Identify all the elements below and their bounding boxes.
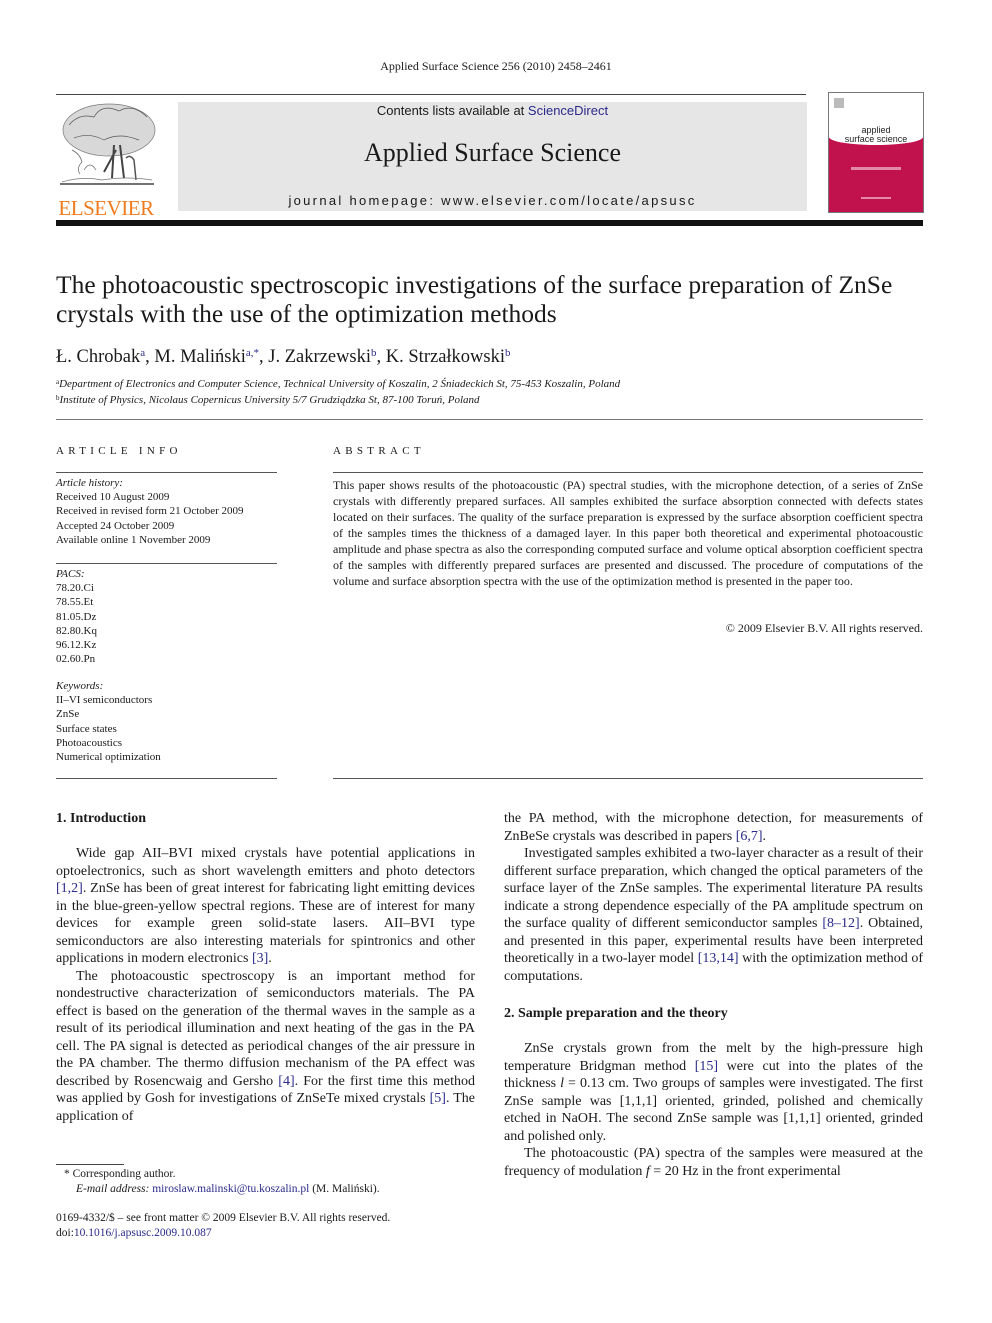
pacs-item: 82.80.Kq [56,624,97,637]
divider [56,563,277,564]
contents-line: Contents lists available at ScienceDirec… [178,102,807,119]
history-item: Received in revised form 21 October 2009 [56,505,244,518]
doi-line: doi:10.1016/j.apsusc.2009.10.087 [56,1227,212,1239]
keywords-list: Keywords: II–VI semiconductors ZnSe Surf… [56,679,161,764]
pacs-item: 78.20.Ci [56,582,94,595]
doi-link[interactable]: 10.1016/j.apsusc.2009.10.087 [74,1227,212,1239]
journal-homepage-link[interactable]: journal homepage: www.elsevier.com/locat… [178,193,807,209]
divider [333,472,923,473]
article-title: The photoacoustic spectroscopic investig… [56,270,893,328]
sciencedirect-link[interactable]: ScienceDirect [528,103,608,118]
affiliation-mark[interactable]: b [371,347,377,359]
keyword-item: Photoacoustics [56,736,122,749]
keyword-item: ZnSe [56,708,80,721]
section-heading-introduction: 1. Introduction [56,811,146,826]
keyword-item: Numerical optimization [56,751,161,764]
abstract-text: This paper shows results of the photoaco… [333,478,923,588]
article-info-heading: ARTICLE INFO [56,445,182,457]
author-name[interactable]: Ł. Chrobak [56,347,140,367]
journal-name: Applied Surface Science [363,138,621,167]
affiliation-item: bInstitute of Physics, Nicolaus Copernic… [56,394,480,406]
keywords-label: Keywords: [56,680,104,692]
paragraph: Investigated samples exhibited a two-lay… [504,846,923,984]
keyword-item: Surface states [56,722,117,735]
author-name[interactable]: K. Strzałkowski [386,347,505,367]
front-matter: 0169-4332/$ – see front matter © 2009 El… [56,1211,390,1241]
paragraph: the PA method, with the microphone detec… [504,811,923,844]
elsevier-logo[interactable]: ELSEVIER [54,100,158,219]
abstract-heading: ABSTRACT [333,445,425,457]
history-item: Accepted 24 October 2009 [56,519,175,532]
section-heading-sample-preparation: 2. Sample preparation and the theory [504,1006,728,1021]
elsevier-wordmark: ELSEVIER [58,196,154,220]
affiliation-mark[interactable]: a,* [246,347,259,359]
divider [56,419,923,420]
elsevier-tree-icon [60,103,156,185]
cover-elsevier-icon [834,98,844,108]
paragraph: Wide gap AII–BVI mixed crystals have pot… [56,846,475,966]
cover-subtitle-mark [851,167,901,170]
history-item: Received 10 August 2009 [56,491,170,504]
affiliation-mark[interactable]: b [505,347,511,359]
body-column-right: the PA method, with the microphone detec… [504,810,923,1180]
citation-link[interactable]: [6,7] [736,829,763,844]
affiliation-item: aDepartment of Electronics and Computer … [56,378,621,390]
article-history: Article history: Received 10 August 2009… [56,476,244,547]
footnote-rule [56,1164,124,1165]
pacs-item: 78.55.Et [56,596,94,609]
body-column-left: 1. Introduction Wide gap AII–BVI mixed c… [56,810,475,1125]
cover-title-line2: surface science [844,134,908,144]
citation-link[interactable]: [3] [252,951,268,966]
email-note: E-mail address: miroslaw.malinski@tu.kos… [76,1183,380,1195]
abstract-copyright: © 2009 Elsevier B.V. All rights reserved… [725,621,923,635]
contents-prefix: Contents lists available at [376,103,528,118]
running-head: Applied Surface Science 256 (2010) 2458–… [380,59,612,73]
cover-footer-mark [861,197,891,199]
divider [56,778,277,779]
paragraph: The photoacoustic spectroscopy is an imp… [56,968,475,1124]
email-link[interactable]: miroslaw.malinski@tu.koszalin.pl [152,1183,309,1195]
citation-link[interactable]: [13,14] [698,951,739,966]
author-name[interactable]: J. Zakrzewski [268,347,371,367]
affiliations: aDepartment of Electronics and Computer … [56,375,620,407]
footnotes: * Corresponding author. E-mail address: … [64,1167,380,1197]
pacs-label: PACS: [56,568,85,580]
pacs-item: 96.12.Kz [56,639,97,652]
pacs-list: PACS: 78.20.Ci 78.55.Et 81.05.Dz 82.80.K… [56,567,97,666]
paragraph: ZnSe crystals grown from the melt by the… [504,1041,923,1144]
header-top-rule [56,94,806,95]
header-thick-rule [56,220,923,226]
history-item: Available online 1 November 2009 [56,533,211,546]
citation-link[interactable]: [15] [695,1059,718,1074]
keyword-item: II–VI semiconductors [56,694,153,707]
divider [333,778,923,779]
journal-cover-thumbnail[interactable]: applied surface science [828,92,924,213]
paragraph: The photoacoustic (PA) spectra of the sa… [504,1146,923,1179]
pacs-item: 81.05.Dz [56,610,97,623]
affiliation-mark[interactable]: a [140,347,145,359]
citation-link[interactable]: [8–12] [822,916,859,931]
citation-link[interactable]: [1,2] [56,881,83,896]
author-list: Ł. Chrobaka, M. Malińskia,*, J. Zakrzews… [56,347,511,367]
article-history-label: Article history: [56,477,123,489]
citation-link[interactable]: [4] [278,1074,294,1089]
pacs-item: 02.60.Pn [56,653,96,666]
divider [56,472,277,473]
citation-link[interactable]: [5] [430,1091,446,1106]
issn-line: 0169-4332/$ – see front matter © 2009 El… [56,1212,391,1224]
corresponding-author-note: * Corresponding author. [64,1168,176,1180]
author-name[interactable]: M. Maliński [154,347,245,367]
journal-banner: Contents lists available at ScienceDirec… [178,102,807,211]
